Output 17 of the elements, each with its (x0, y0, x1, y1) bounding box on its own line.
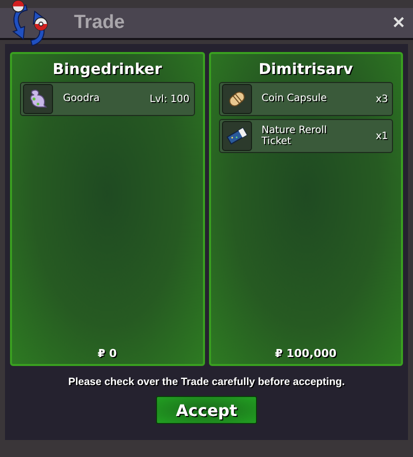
trade-item[interactable]: Goodra Lvl: 100 (20, 82, 194, 116)
money-amount: ₽ 0 (96, 347, 118, 360)
item-detail: x1 (376, 130, 388, 142)
item-detail: x3 (376, 94, 388, 104)
item-name: Coin Capsule (262, 93, 328, 105)
trade-item[interactable]: Nature Reroll Ticket x1 (218, 119, 393, 153)
item-name: Nature Reroll Ticket (262, 124, 328, 148)
accept-button[interactable]: Accept (156, 396, 257, 424)
trade-item[interactable]: Coin Capsule x3 (218, 82, 393, 116)
item-detail: Lvl: 100 (150, 94, 190, 104)
window-title: Trade (74, 12, 125, 34)
money-amount: ₽ 100,000 (274, 347, 338, 360)
trainer-name: Dimitrisarv (258, 60, 353, 78)
close-button[interactable]: ✕ (390, 13, 407, 33)
warning-message: Please check over the Trade carefully before accepting. (68, 376, 345, 388)
item-name: Goodra (63, 93, 101, 105)
trainer-name: Bingedrinker (52, 60, 162, 78)
